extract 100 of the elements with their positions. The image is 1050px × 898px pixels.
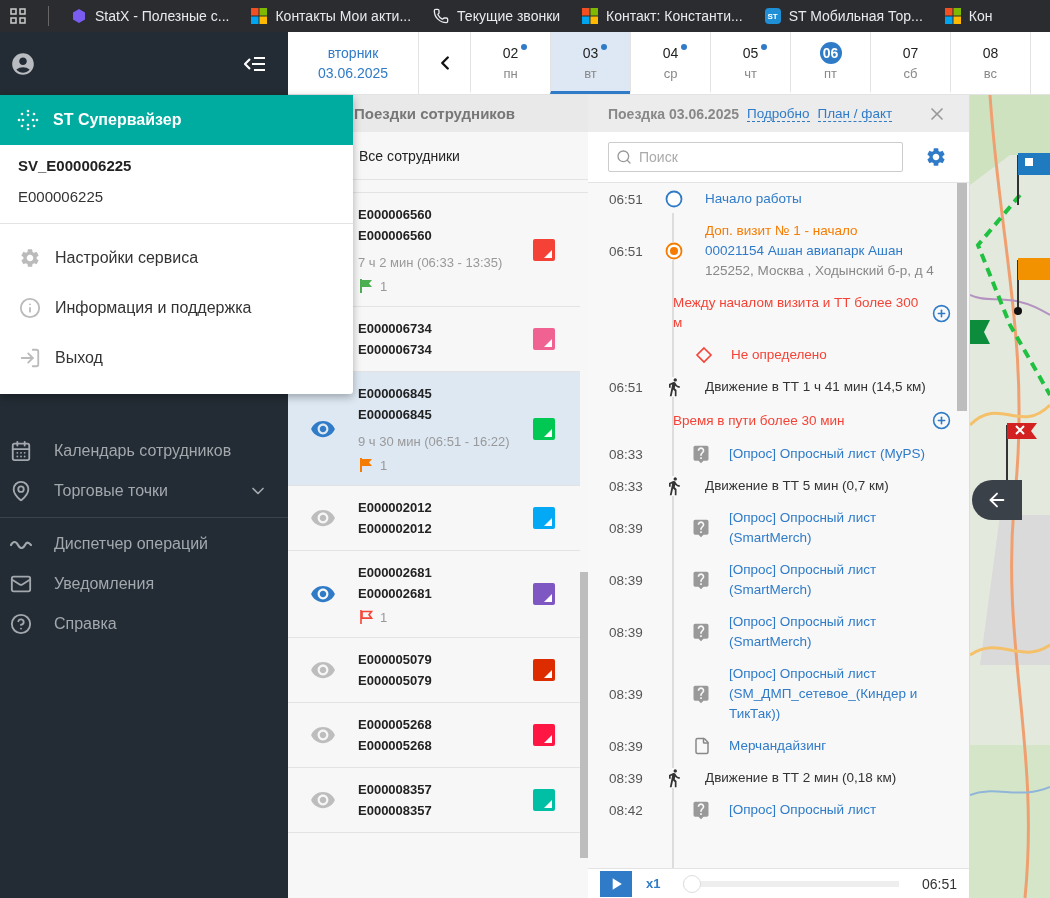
weekday-short: пт: [824, 66, 837, 81]
employee-code: E000006560: [358, 206, 433, 224]
employee-row[interactable]: E000006845 E000006845 9 ч 30 мин (06:51 - 16:22) 1: [288, 372, 580, 486]
employee-name: E000006560: [358, 227, 433, 245]
sidebar-item-label: Диспетчер операций: [54, 535, 209, 553]
bookmark-link[interactable]: ST ST Мобильная Тор...: [764, 8, 923, 24]
mail-icon: [10, 573, 32, 595]
help-icon: [10, 613, 32, 635]
hexagon-icon: [71, 8, 87, 24]
survey-link[interactable]: [Опрос] Опросный лист (SM_ДМП_сетевое_(Киндер и ТикТак)): [729, 664, 929, 724]
map-pin-icon: [10, 480, 32, 502]
day-tab[interactable]: 03 вт: [550, 32, 630, 94]
movement-text: Движение в ТТ 1 ч 41 мин (14,5 км): [705, 378, 926, 396]
scrollbar-thumb[interactable]: [957, 183, 967, 411]
sidebar-item-label: Календарь сотрудников: [54, 442, 233, 460]
play-button[interactable]: [600, 870, 632, 897]
diamond-icon: [695, 346, 713, 364]
search-icon: [616, 149, 632, 165]
document-icon: [693, 737, 711, 755]
event-time: 08:39: [609, 738, 644, 754]
movement-text: Движение в ТТ 2 мин (0,18 км): [705, 769, 897, 787]
speed-label[interactable]: x1: [646, 876, 661, 891]
day-number: 07: [901, 44, 920, 63]
event-time: 08:42: [609, 802, 644, 818]
employee-code: E000006845: [358, 385, 433, 403]
back-arrow-button[interactable]: [972, 480, 1022, 520]
employee-code: E000005079: [358, 651, 433, 669]
circle-marker-icon: [665, 190, 683, 208]
panel-title: Поездки сотрудников: [354, 105, 516, 122]
day-number: 05: [741, 44, 760, 63]
employee-code: E000002012: [358, 499, 433, 517]
sidebar-item[interactable]: Календарь сотрудников: [0, 431, 288, 471]
windows-logo-icon: [944, 8, 961, 24]
visit-title: Доп. визит № 1 - начало: [705, 222, 859, 240]
flag-count: 1: [380, 609, 388, 625]
document-link[interactable]: Мерчандайзинг: [729, 736, 827, 756]
day-number: 03: [581, 44, 600, 63]
event-time: 08:39: [609, 770, 644, 786]
warning-text: Между началом визита и ТТ более 300 м: [673, 294, 920, 332]
bookmark-link[interactable]: Текущие звонки: [433, 8, 561, 24]
sidebar-item[interactable]: Диспетчер операций: [0, 524, 288, 564]
slider-thumb[interactable]: [683, 874, 702, 893]
question-bubble-icon: [691, 444, 711, 464]
flag-count: 1: [380, 278, 388, 294]
search-field[interactable]: Поиск: [608, 142, 903, 172]
event-link[interactable]: Начало работы: [705, 189, 802, 209]
employee-name: E000005079: [358, 672, 433, 690]
question-bubble-icon: [691, 622, 711, 642]
exit-icon: [19, 347, 41, 369]
store-link[interactable]: 00021154 Ашан авиапарк Ашан: [705, 241, 934, 261]
event-time: 08:39: [609, 686, 644, 702]
crosshair-dots-icon: [17, 109, 39, 131]
add-icon[interactable]: [930, 409, 953, 432]
survey-link[interactable]: [Опрос] Опросный лист: [729, 800, 877, 820]
settings-icon: [19, 247, 41, 269]
sidebar-item-label: Уведомления: [54, 575, 156, 593]
employee-name: E000002681: [358, 585, 433, 603]
survey-link[interactable]: [Опрос] Опросный лист (SmartMerch): [729, 612, 929, 652]
employee-filter[interactable]: Все сотрудники: [359, 147, 460, 164]
trip-duration: 7 ч 2 мин (06:33 - 13:35): [358, 254, 504, 272]
survey-link[interactable]: [Опрос] Опросный лист (SmartMerch): [729, 508, 929, 548]
bookmark-link[interactable]: StatX - Полезные с...: [71, 8, 230, 24]
event-time: 08:33: [609, 478, 644, 494]
bookmark-link[interactable]: Кон: [944, 8, 993, 24]
question-bubble-icon: [691, 518, 711, 538]
sidebar-item[interactable]: Уведомления: [0, 564, 288, 604]
bookmark-link[interactable]: Контакт: Константи...: [582, 8, 743, 24]
bookmark-link[interactable]: Контакты Мои акти...: [251, 8, 412, 24]
employee-name: E000005268: [358, 737, 433, 755]
warning-text: Время в пути более 30 мин: [673, 411, 845, 430]
header-link[interactable]: Подробно: [747, 105, 810, 122]
header-link[interactable]: План / факт: [817, 105, 893, 122]
user-id: E000006225: [18, 188, 105, 205]
weekday-short: вс: [983, 66, 998, 81]
store-address: 125252, Москва , Ходынский б-р, д 4: [705, 262, 934, 280]
employee-name: E000006734: [358, 341, 433, 359]
event-time: 06:51: [609, 243, 644, 259]
scrollbar-thumb[interactable]: [580, 572, 588, 858]
weekday-label: вторник: [327, 44, 379, 63]
visit-marker-icon: [665, 242, 683, 260]
event-time: 06:51: [609, 379, 644, 395]
survey-link[interactable]: [Опрос] Опросный лист (MyPS): [729, 444, 925, 464]
site-badge-icon: ST: [764, 8, 781, 24]
employee-name: E000002012: [358, 520, 433, 538]
survey-link[interactable]: [Опрос] Опросный лист (SmartMerch): [729, 560, 929, 600]
trip-duration: 9 ч 30 мин (06:51 - 16:22): [358, 433, 511, 451]
question-bubble-icon: [691, 684, 711, 704]
weekday-short: пн: [503, 66, 518, 81]
playback-time: 06:51: [921, 875, 957, 892]
trip-title: Поездка 03.06.2025: [608, 105, 739, 122]
employee-code: E000006734: [358, 320, 433, 338]
event-time: 08:39: [609, 624, 644, 640]
apps-grid-icon[interactable]: [10, 8, 26, 24]
sidebar-item[interactable]: Справка: [0, 604, 288, 644]
employee-name: E000008357: [358, 802, 433, 820]
sidebar-item[interactable]: Торговые точки: [0, 471, 288, 511]
question-bubble-icon: [691, 570, 711, 590]
day-number: 02: [501, 44, 520, 63]
weekday-short: ср: [663, 66, 678, 81]
sidebar-item-label: Торговые точки: [54, 482, 169, 500]
